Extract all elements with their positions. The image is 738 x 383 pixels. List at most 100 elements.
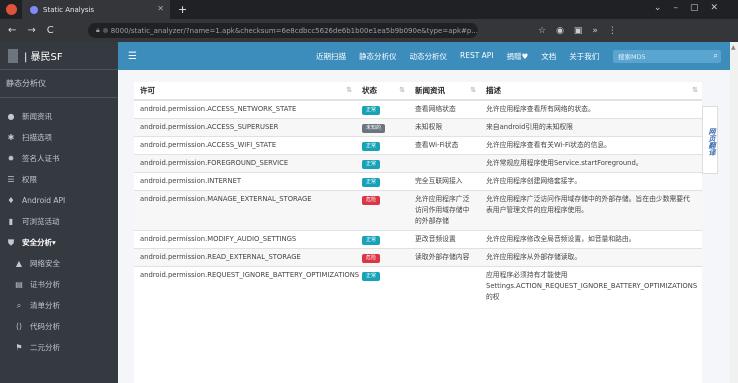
cog-icon: ✱ <box>7 133 15 142</box>
menu-toggle-icon[interactable]: ☰ <box>128 51 137 62</box>
sidebar-brand[interactable]: | 暴民SF <box>0 42 118 70</box>
tab-favicon-icon <box>30 5 38 14</box>
sidebar-item[interactable]: ♦ Android API <box>0 190 118 211</box>
url-input[interactable]: 🔒︎ 8000/static_analyzer/?name=1.apk&chec… <box>88 23 478 38</box>
nav-link[interactable]: 近期扫描 <box>316 51 346 62</box>
nav-link[interactable]: 静态分析仪 <box>359 51 397 62</box>
permission-cell: android.permission.MODIFY_AUDIO_SETTINGS <box>134 230 356 249</box>
sidebar-item[interactable]: ▮ 可浏览活动 <box>0 211 118 232</box>
sidebar-item[interactable]: ▤ 证书分析 <box>0 274 118 295</box>
nav-link[interactable]: REST API <box>460 51 494 62</box>
permission-cell: android.permission.ACCESS_WIFI_STATE <box>134 136 356 155</box>
scroll-up-icon[interactable]: ▲ <box>731 44 737 52</box>
description-cell: 允许应用程序修改全局音频设置，如音量和路由。 <box>480 230 702 249</box>
sidebar-item[interactable]: ✱ 扫描选项 <box>0 127 118 148</box>
col-header-info[interactable]: 新闻资讯 ⇅ <box>409 82 480 101</box>
col-header-status[interactable]: 状态 ⇅ <box>356 82 409 101</box>
search-md5-input[interactable]: 搜索MD5 ⌕ <box>613 49 721 63</box>
permission-cell: android.permission.MANAGE_EXTERNAL_STORA… <box>134 190 356 231</box>
id-card-icon: ▤ <box>15 280 23 289</box>
sidebar-item[interactable]: ☰ 权限 <box>0 169 118 190</box>
search-icon: ⌕ <box>16 300 22 310</box>
sidebar-section-title: 静态分析仪 <box>0 70 118 98</box>
nav-link[interactable]: 文档 <box>541 51 556 62</box>
sort-icon[interactable]: ⇅ <box>346 86 352 94</box>
sort-icon[interactable]: ⇅ <box>692 86 698 94</box>
status-badge: 正常 <box>362 178 381 187</box>
browser-app-icon[interactable] <box>6 4 17 15</box>
nav-buttons[interactable]: ←→C <box>8 25 88 36</box>
tab-title: Static Analysis <box>43 5 95 14</box>
status-cell: 危险 <box>356 190 409 231</box>
list-icon: ☰ <box>7 175 15 184</box>
top-navbar: ☰ 近期扫描 静态分析仪 动态分析仪 REST API 捐赠♥ 文档 关于我们 搜索MD5 … <box>118 42 730 70</box>
sidebar-item-label: 新闻资讯 <box>22 112 52 121</box>
lock-icon: ▲ <box>15 259 23 268</box>
description-cell: 允许应用程序创建网络套接字。 <box>480 172 702 191</box>
nav-link[interactable]: 捐赠♥ <box>507 51 529 62</box>
browser-tab[interactable]: Static Analysis ✕ <box>22 0 170 19</box>
status-cell: 正常 <box>356 99 409 119</box>
sort-icon[interactable]: ⇅ <box>470 86 476 94</box>
table-row: android.permission.REQUEST_IGNORE_BATTER… <box>134 266 702 306</box>
description-cell: 允许应用程序查看有关Wi-Fi状态的信息。 <box>480 136 702 155</box>
status-badge: 正常 <box>362 160 381 169</box>
page-scrollbar[interactable]: ▲ <box>730 42 738 383</box>
table-row: android.permission.READ_EXTERNAL_STORAGE… <box>134 248 702 267</box>
android-icon: ♦ <box>7 196 15 205</box>
brand-name: | 暴民SF <box>24 52 63 63</box>
browser-tab-bar: Static Analysis ✕ + ⌄–▢✕ <box>0 0 738 19</box>
brand-logo-icon <box>8 48 18 63</box>
sidebar-item[interactable]: ● 新闻资讯 <box>0 106 118 127</box>
description-cell: 允许应用程序广泛访问作用域存储中的外部存储。旨在由少数需要代表用户管理文件的应用… <box>480 190 702 231</box>
description-cell: 允许应用程序查看所有网络的状态。 <box>480 99 702 119</box>
sidebar-item[interactable]: ⚑ 二元分析 <box>0 337 118 358</box>
permission-cell: android.permission.INTERNET <box>134 172 356 191</box>
browser-toolbar-icons[interactable]: ☆◉▣»⋮ <box>538 26 627 36</box>
sidebar-item-label: 签名人证书 <box>22 154 60 163</box>
translate-widget[interactable]: 网页翻译 <box>702 106 718 174</box>
window-controls[interactable]: ⌄–▢✕ <box>654 3 730 13</box>
sort-icon[interactable]: ⇅ <box>399 86 405 94</box>
status-cell: 正常 <box>356 154 409 173</box>
sidebar-item[interactable]: ✸ 签名人证书 <box>0 148 118 169</box>
col-header-description[interactable]: 描述 ⇅ <box>480 82 702 101</box>
info-cell: 查看Wi-Fi状态 <box>409 136 480 155</box>
certificate-icon: ✸ <box>7 154 15 163</box>
sidebar-item[interactable]: ⟨⟩ 代码分析 <box>0 316 118 337</box>
sidebar-item-label: 安全分析▾ <box>22 238 56 247</box>
status-cell: 正常 <box>356 136 409 155</box>
sidebar-item[interactable]: ▲ 网络安全 <box>0 253 118 274</box>
search-icon[interactable]: ⌕ <box>714 51 718 61</box>
info-cell <box>409 266 480 306</box>
permission-cell: android.permission.ACCESS_NETWORK_STATE <box>134 99 356 119</box>
permissions-card: 许可 ⇅ 状态 ⇅ 新闻资讯 ⇅ 描述 ⇅ android.permission.ACC… <box>134 82 702 383</box>
shield-icon: ⛊ <box>8 237 14 247</box>
status-badge: 正常 <box>362 106 381 115</box>
sidebar-item[interactable]: ⛊ 安全分析▾ <box>0 232 118 253</box>
sidebar-item-label: 扫描选项 <box>22 133 52 142</box>
status-cell: 危险 <box>356 248 409 267</box>
new-tab-icon[interactable]: + <box>178 3 187 16</box>
sidebar-item-label: 网络安全 <box>30 259 60 268</box>
sidebar-item-label: Android API <box>22 196 66 205</box>
description-cell: 应用程序必须持有才能使用 Settings.ACTION_REQUEST_IGN… <box>480 266 702 306</box>
nav-link[interactable]: 关于我们 <box>569 51 599 62</box>
permission-cell: android.permission.READ_EXTERNAL_STORAGE <box>134 248 356 267</box>
url-text: 8000/static_analyzer/?name=1.apk&checksu… <box>110 26 478 35</box>
close-tab-icon[interactable]: ✕ <box>157 4 164 13</box>
status-cell: 未知的 <box>356 118 409 137</box>
sidebar-item-label: 清单分析 <box>30 301 60 310</box>
sidebar-item[interactable]: ⌕ 清单分析 <box>0 295 118 316</box>
lock-icon: 🔒︎ <box>96 26 100 34</box>
table-row: android.permission.ACCESS_WIFI_STATE 正常 查看… <box>134 136 702 155</box>
nav-link[interactable]: 动态分析仪 <box>410 51 448 62</box>
col-header-permission[interactable]: 许可 ⇅ <box>134 82 356 101</box>
info-cell: 未知权限 <box>409 118 480 137</box>
permission-cell: android.permission.ACCESS_SUPERUSER <box>134 118 356 137</box>
status-cell: 正常 <box>356 230 409 249</box>
table-row: android.permission.ACCESS_NETWORK_STATE 正… <box>134 99 702 119</box>
permission-cell: android.permission.FOREGROUND_SERVICE <box>134 154 356 173</box>
sidebar-item-label: 二元分析 <box>30 343 60 352</box>
code-icon: ⟨⟩ <box>15 322 23 331</box>
